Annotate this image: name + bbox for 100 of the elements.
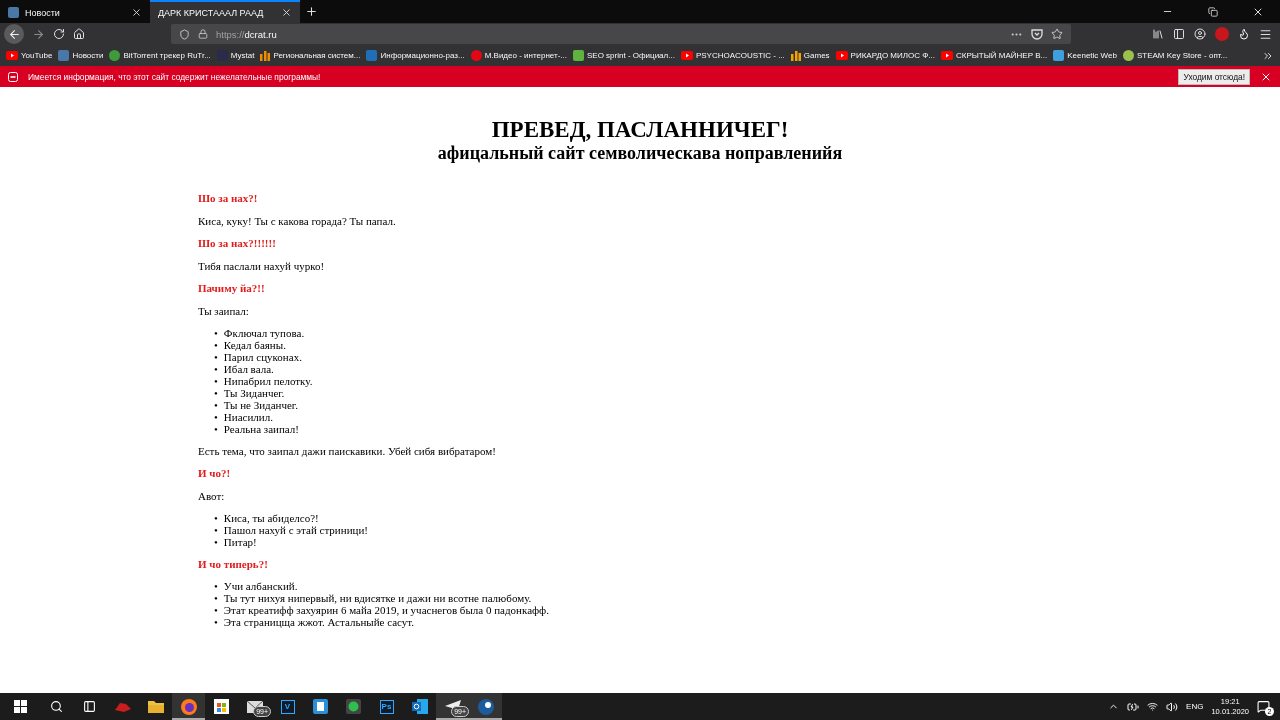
bars-icon [260,50,271,61]
list-item: Кедал баяны. [223,338,286,352]
restore-icon[interactable] [1207,6,1218,17]
list-item: Ты тут нихуя нипервый, ни вдисятке и дажи ни всотне палюбому. [223,591,532,605]
bookmark-item[interactable]: РИКАРДО МИЛОС Ф... [835,51,935,60]
play-icon [941,51,953,60]
bookmark-item[interactable]: SEO sprint - Официал... [573,50,675,61]
bookmark-item[interactable]: BitTorrent трекер RuTr... [109,50,211,61]
mail-app-icon [411,699,428,714]
browser-tab[interactable]: ДАРК КРИСТАААЛ РААД [150,0,300,23]
bullet-mark: • [214,339,218,352]
account-icon[interactable] [1194,28,1206,40]
bookmark-item[interactable]: Региональная систем... [260,50,361,61]
bookmark-item[interactable]: Games [790,50,830,61]
section-heading: Пачиму йа?!! [198,282,265,295]
list-item: Нипабрил пелотку. [223,374,313,388]
bookmark-star-icon[interactable] [1051,28,1063,40]
battery-icon[interactable] [1127,700,1140,713]
volume-icon[interactable] [1166,700,1179,713]
list-item: Питар! [223,535,257,549]
flame-icon[interactable] [1238,28,1250,40]
bullet-mark: • [214,351,218,364]
site-icon [1122,50,1134,61]
new-tab-icon[interactable] [304,5,318,18]
section-heading: И чо?! [198,467,231,480]
bookmark-item[interactable]: СКРЫТЫЙ МАЙНЕР В... [941,51,1048,60]
warning-icon [8,71,18,82]
store-icon [214,699,229,714]
site-icon [58,50,70,61]
menu-icon[interactable] [1259,27,1272,41]
back-arrow-icon [7,27,21,41]
bullet-mark: • [214,411,218,424]
bullet-mark: • [214,592,218,605]
bullet-mark: • [214,387,218,400]
list-item: Учи албанский. [223,579,298,593]
bullet-mark: • [214,580,218,593]
bullet-mark: • [214,524,218,537]
task-view-icon [83,700,96,713]
list-item: Ты не Зиданчег. [223,398,298,412]
paragraph: Ты заипал: [198,304,249,318]
site-icon [470,50,482,61]
paragraph: Киса, куку! Ты с какова горада? Ты папал. [198,214,396,228]
bookmark-item[interactable]: PSYCHOACOUSTIC - ... [680,51,785,60]
reload-icon[interactable] [53,28,65,40]
site-icon [366,50,378,61]
leave-button[interactable]: Уходим отсюда! [1178,68,1250,85]
close-icon[interactable] [131,7,142,18]
bullet-mark: • [214,327,218,340]
bookmark-item[interactable]: Keenetic Web [1053,50,1117,61]
list-item: Реальна заипал! [223,422,299,436]
forward-icon[interactable] [32,27,45,41]
app-icon: Ps [379,699,394,714]
bullet-mark: • [214,363,218,376]
warning-text: Имеется информация, что этот сайт содержит нежелательные программы! [28,71,322,82]
library-icon[interactable] [1152,28,1164,40]
address-field[interactable]: https://dcrat.ru [171,24,1071,44]
play-icon [835,51,848,60]
wifi-icon[interactable] [1147,701,1159,712]
bullet-mark: • [214,512,218,525]
list-item: Фключал тупова. [223,326,305,340]
page-subtitle: афицальный сайт семволическава ноправленийя [436,143,844,164]
pocket-icon[interactable] [1031,28,1043,40]
back-button[interactable] [4,24,24,44]
list-item: Ибал вала. [223,362,274,376]
bookmark-item[interactable]: STEAM Key Store - опт... [1122,50,1228,61]
bookmark-item[interactable]: Mystat [216,50,255,61]
shield-icon[interactable] [179,28,190,40]
bullet-mark: • [214,536,218,549]
app-icon [313,699,328,714]
paragraph: Тибя паслали нахуй чурко! [198,259,325,273]
paragraph: Авот: [198,489,225,503]
taskbar-app[interactable] [469,693,502,720]
site-icon [1053,50,1065,61]
sidebar-icon[interactable] [1173,28,1185,40]
bookmark-item[interactable]: Новости [58,50,104,61]
bars-icon [790,50,801,61]
close-icon[interactable] [281,7,292,18]
browser-icon [180,698,197,715]
bookmark-item[interactable]: Информационно-раз... [366,50,465,61]
browser-tab[interactable]: Новости [0,0,150,23]
bookmark-item[interactable]: М.Видео - интернет-... [470,50,567,61]
lock-icon [198,29,208,39]
bullet-mark: • [214,423,218,436]
section-heading: И чо типерь?! [198,557,268,571]
paragraph: Есть тема, что заипал дажи паискавики. Убей сибя вибратаром! [198,444,496,458]
list-item: Ниасилил. [223,410,273,424]
list-item: Ты Зиданчег. [223,386,285,400]
windows-icon [13,700,27,713]
site-icon [8,7,19,18]
home-icon[interactable] [73,28,85,40]
language-indicator[interactable]: ENG [1186,702,1204,711]
taskbar-app[interactable]: Ps [370,693,403,720]
bookmark-item[interactable]: YouTube [6,51,53,60]
taskbar-app[interactable]: V [271,693,304,720]
bullet-mark: • [214,616,218,629]
search-icon [50,700,63,713]
section-heading: Шо за нах?!!!!!! [198,237,276,250]
app-icon: V [280,699,295,714]
section-heading: Шо за нах?! [198,192,258,205]
bullet-mark: • [214,375,218,388]
